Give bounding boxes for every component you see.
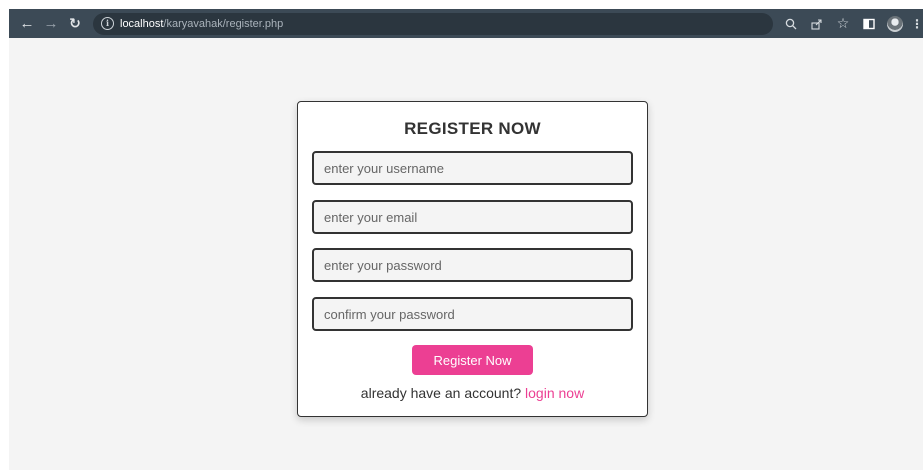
forward-arrow-icon[interactable]: → — [41, 14, 61, 34]
star-icon[interactable]: ☆ — [833, 14, 853, 34]
share-icon[interactable] — [807, 14, 827, 34]
url-host: localhost — [120, 17, 164, 30]
side-panel-icon[interactable] — [859, 14, 879, 34]
username-field[interactable] — [312, 151, 633, 185]
email-field[interactable] — [312, 200, 633, 234]
confirm-password-field[interactable] — [312, 297, 633, 331]
browser-window: ← → ↻ i localhost/karyavahak/register.ph… — [9, 9, 923, 470]
avatar[interactable] — [885, 14, 905, 34]
reload-icon[interactable]: ↻ — [65, 14, 85, 34]
search-icon[interactable] — [781, 14, 801, 34]
password-field[interactable] — [312, 248, 633, 282]
kebab-menu-icon[interactable]: ⋮ — [911, 14, 923, 34]
form-title: REGISTER NOW — [404, 119, 541, 138]
login-link[interactable]: login now — [525, 385, 584, 401]
url-path: /karyavahak/register.php — [163, 17, 284, 30]
register-form: REGISTER NOW Register Now already have a… — [297, 101, 648, 417]
avatar-image — [887, 15, 903, 32]
login-prompt-line: already have an account? login now — [298, 385, 647, 401]
browser-toolbar: ← → ↻ i localhost/karyavahak/register.ph… — [9, 9, 923, 38]
address-bar[interactable]: i localhost/karyavahak/register.php — [93, 12, 773, 35]
toolbar-actions: ☆ ⋮ — [781, 9, 923, 38]
info-icon[interactable]: i — [101, 17, 114, 30]
login-prompt: already have an account? — [360, 385, 522, 401]
register-button[interactable]: Register Now — [412, 345, 533, 375]
back-arrow-icon[interactable]: ← — [17, 14, 37, 34]
